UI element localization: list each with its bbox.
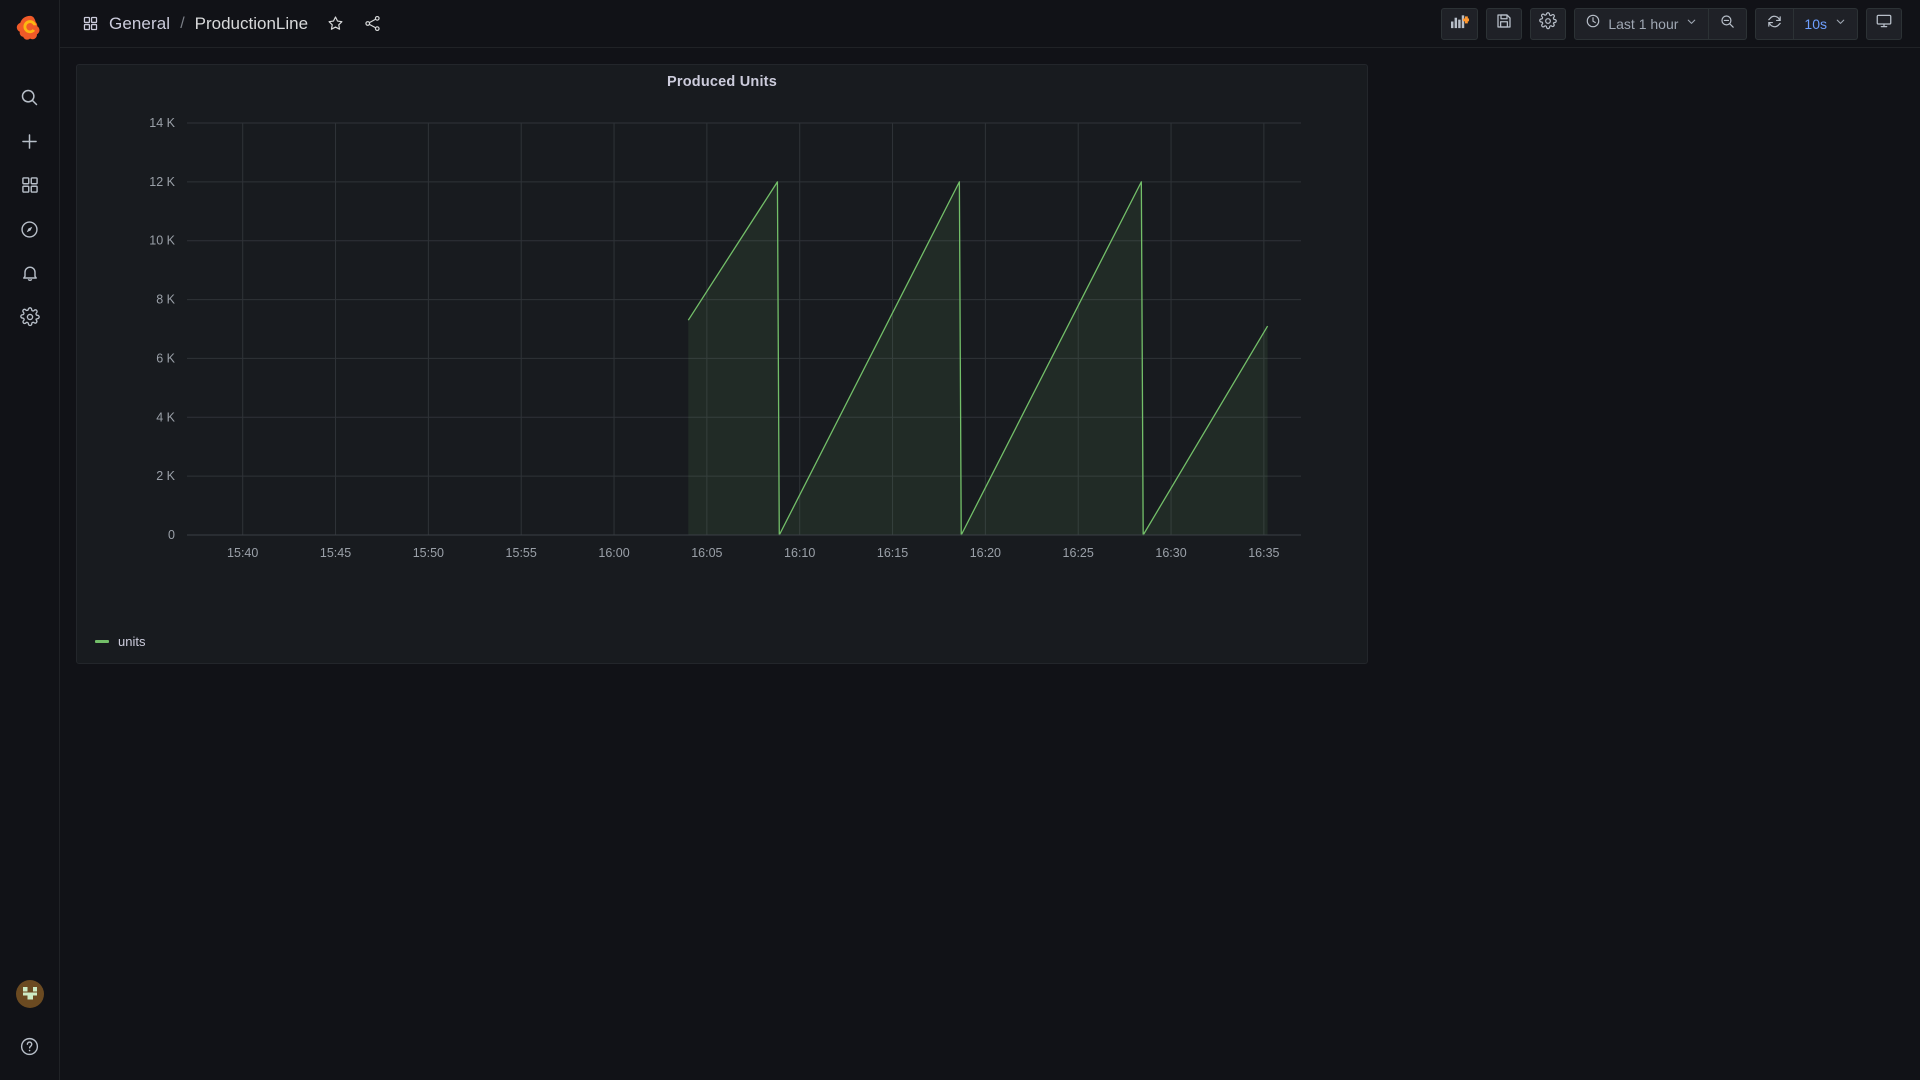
zoom-out-time-button[interactable]	[1709, 7, 1748, 40]
breadcrumb-separator: /	[180, 14, 185, 32]
dashboard-panel-produced-units[interactable]: Produced Units 0 2 K 4 K 6 K 8 K 10 K 12 K 14 K…	[76, 64, 1368, 664]
legend-color-swatch	[95, 640, 109, 643]
sidebar-item-create[interactable]	[8, 119, 52, 163]
add-panel-button[interactable]	[1441, 7, 1479, 40]
top-navbar: General / ProductionLine Last 1 hour 10s	[60, 0, 1920, 48]
y-axis-tick-label: 8 K	[156, 293, 175, 307]
sidebar-item-explore[interactable]	[8, 207, 52, 251]
x-axis-tick-label: 16:30	[1155, 546, 1186, 560]
breadcrumb-dashboard[interactable]: ProductionLine	[195, 14, 308, 34]
tv-monitor-icon	[1875, 12, 1893, 35]
breadcrumb: General / ProductionLine	[60, 14, 382, 34]
x-axis-tick-label: 16:20	[970, 546, 1001, 560]
x-axis-tick-label: 15:50	[413, 546, 444, 560]
legend-series-units[interactable]: units	[118, 634, 145, 649]
x-axis-tick-label: 16:05	[691, 546, 722, 560]
plus-icon	[19, 131, 40, 152]
y-axis-tick-label: 12 K	[149, 175, 175, 189]
y-axis-tick-label: 6 K	[156, 351, 175, 365]
grid-icon	[20, 175, 40, 195]
panel-title: Produced Units	[667, 74, 777, 90]
breadcrumb-folder[interactable]: General	[109, 14, 170, 34]
chevron-down-icon	[1685, 15, 1698, 33]
time-range-group: Last 1 hour	[1574, 7, 1748, 40]
y-axis-tick-label: 0	[168, 528, 175, 542]
refresh-group: 10s	[1755, 7, 1858, 40]
gear-icon	[19, 307, 40, 327]
y-axis-tick-label: 4 K	[156, 410, 175, 424]
refresh-icon	[1766, 13, 1783, 35]
compass-icon	[19, 219, 40, 240]
chart-legend: units	[77, 634, 1367, 649]
y-axis-tick-label: 10 K	[149, 234, 175, 248]
grafana-logo-icon[interactable]	[8, 7, 52, 51]
sidebar-item-alerting[interactable]	[8, 251, 52, 295]
y-axis-tick-label: 2 K	[156, 469, 175, 483]
zoom-out-icon	[1719, 13, 1736, 35]
sidebar-item-search[interactable]	[8, 75, 52, 119]
time-range-label: Last 1 hour	[1608, 15, 1679, 32]
kiosk-mode-button[interactable]	[1866, 7, 1902, 40]
x-axis-tick-label: 15:55	[506, 546, 537, 560]
y-axis-tick-label: 14 K	[149, 116, 175, 130]
refresh-interval-picker[interactable]: 10s	[1794, 7, 1858, 40]
search-icon	[19, 87, 40, 108]
x-axis-tick-label: 16:35	[1248, 546, 1279, 560]
dashboard-settings-button[interactable]	[1530, 7, 1567, 40]
time-range-picker[interactable]: Last 1 hour	[1574, 7, 1710, 40]
sidebar-item-config[interactable]	[8, 295, 52, 339]
x-axis-tick-label: 15:45	[320, 546, 351, 560]
sidebar-item-help[interactable]	[8, 1024, 52, 1068]
sidebar-bottom-group	[8, 980, 52, 1068]
save-dashboard-button[interactable]	[1486, 7, 1523, 40]
dashboard-toolbar: Last 1 hour 10s	[1441, 7, 1920, 40]
sidebar	[0, 0, 60, 1080]
refresh-dashboard-button[interactable]	[1755, 7, 1795, 40]
share-icon[interactable]	[363, 14, 382, 33]
clock-icon	[1585, 13, 1601, 34]
avatar[interactable]	[15, 980, 44, 1008]
sidebar-top-group	[8, 75, 52, 339]
bell-icon	[20, 263, 40, 283]
refresh-interval-label: 10s	[1804, 15, 1827, 32]
dashboards-grid-icon	[82, 15, 99, 32]
star-icon[interactable]	[326, 14, 345, 33]
gear-icon	[1539, 12, 1558, 35]
question-circle-icon	[19, 1036, 40, 1057]
x-axis-tick-label: 15:40	[227, 546, 258, 560]
x-axis-tick-label: 16:00	[598, 546, 629, 560]
x-axis-tick-label: 16:15	[877, 546, 908, 560]
x-axis-tick-label: 16:25	[1063, 546, 1094, 560]
sidebar-item-dashboards[interactable]	[8, 163, 52, 207]
add-panel-icon	[1450, 13, 1471, 35]
timeseries-chart[interactable]: 0 2 K 4 K 6 K 8 K 10 K 12 K 14 K 15:40 15:45 15:50…	[77, 95, 1369, 635]
x-axis-tick-label: 16:10	[784, 546, 815, 560]
chevron-down-icon	[1834, 15, 1847, 33]
save-icon	[1495, 12, 1513, 35]
